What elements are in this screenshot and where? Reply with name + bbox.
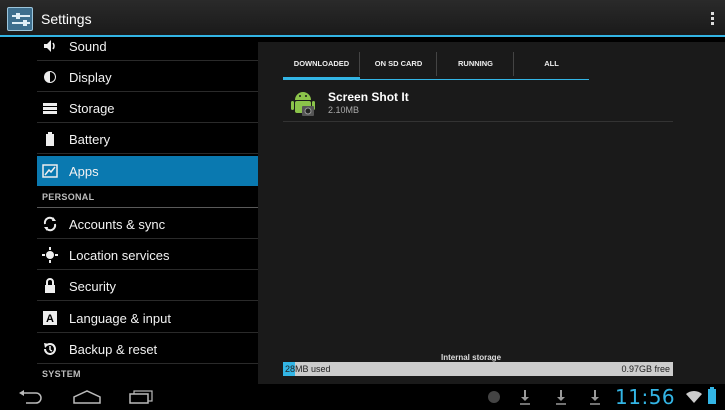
tab-on-sd-card[interactable]: ON SD CARD [360, 48, 437, 80]
speaker-icon [44, 40, 55, 52]
location-icon [42, 247, 58, 263]
sidebar-item-accounts-sync[interactable]: Accounts & sync [37, 209, 258, 239]
download-icon[interactable] [555, 389, 567, 405]
storage-used-text: 28MB used [285, 364, 331, 374]
sidebar-item-label: Battery [69, 132, 111, 147]
recent-apps-icon[interactable] [128, 390, 154, 404]
status-clock: 11:56 [615, 385, 676, 409]
storage-bar: 28MB used 0.97GB free [283, 362, 673, 376]
sidebar-item-label: Backup & reset [69, 342, 158, 357]
sidebar-item-label: Sound [69, 39, 107, 54]
sidebar-item-label: Location services [69, 248, 170, 263]
sidebar-item-label: Display [69, 70, 112, 85]
settings-list: Sound Display Storage Battery Apps PERSO… [0, 39, 258, 384]
sidebar-item-sound[interactable]: Sound [37, 39, 258, 61]
list-item[interactable]: Screen Shot It 2.10MB [283, 86, 673, 122]
section-header-system: SYSTEM [37, 365, 258, 384]
backup-icon [44, 343, 56, 355]
storage-icon [43, 103, 57, 114]
tab-downloaded[interactable]: DOWNLOADED [283, 48, 360, 80]
svg-text:A: A [46, 313, 54, 325]
storage-free-text: 0.97GB free [621, 364, 670, 374]
sidebar-item-storage[interactable]: Storage [37, 93, 258, 123]
sidebar-item-language-input[interactable]: A Language & input [37, 303, 258, 333]
tab-underline [283, 79, 589, 80]
battery-icon [46, 132, 54, 146]
sidebar-item-battery[interactable]: Battery [37, 124, 258, 154]
system-nav-bar: 11:56 [0, 384, 725, 410]
sync-icon [43, 216, 57, 232]
sidebar-item-label: Apps [69, 164, 99, 179]
download-icon[interactable] [519, 389, 531, 405]
sidebar-item-label: Security [69, 279, 116, 294]
download-icon[interactable] [589, 389, 601, 405]
sidebar-item-apps[interactable]: Apps [37, 156, 258, 186]
wifi-icon [686, 390, 702, 403]
page-title: Settings [41, 11, 92, 27]
settings-app-icon[interactable] [7, 7, 33, 31]
tab-bar: DOWNLOADED ON SD CARD RUNNING ALL [283, 48, 589, 80]
sidebar-item-backup-reset[interactable]: Backup & reset [37, 334, 258, 364]
battery-icon [708, 387, 716, 404]
sidebar-item-label: Accounts & sync [69, 217, 166, 232]
android-icon [291, 92, 315, 116]
keyboard-icon: A [43, 311, 57, 325]
storage-label: Internal storage [441, 353, 502, 362]
tab-running[interactable]: RUNNING [437, 48, 514, 80]
home-icon[interactable] [72, 390, 102, 404]
apps-icon [42, 164, 58, 178]
app-size: 2.10MB [328, 105, 360, 115]
sidebar-item-label: Storage [69, 101, 115, 116]
notification-icon[interactable] [487, 390, 501, 404]
lock-icon [45, 278, 55, 293]
action-bar: Settings [0, 0, 725, 37]
sidebar-item-security[interactable]: Security [37, 271, 258, 301]
section-header-personal: PERSONAL [37, 188, 258, 208]
back-icon[interactable] [18, 390, 44, 404]
brightness-icon [44, 71, 56, 83]
sidebar-item-label: Language & input [69, 311, 171, 326]
app-name: Screen Shot It [328, 90, 409, 104]
sidebar-item-display[interactable]: Display [37, 62, 258, 92]
apps-panel: DOWNLOADED ON SD CARD RUNNING ALL Screen… [258, 42, 725, 384]
tab-all[interactable]: ALL [514, 48, 589, 80]
overflow-menu-icon[interactable] [711, 12, 715, 26]
sidebar-item-location-services[interactable]: Location services [37, 240, 258, 270]
